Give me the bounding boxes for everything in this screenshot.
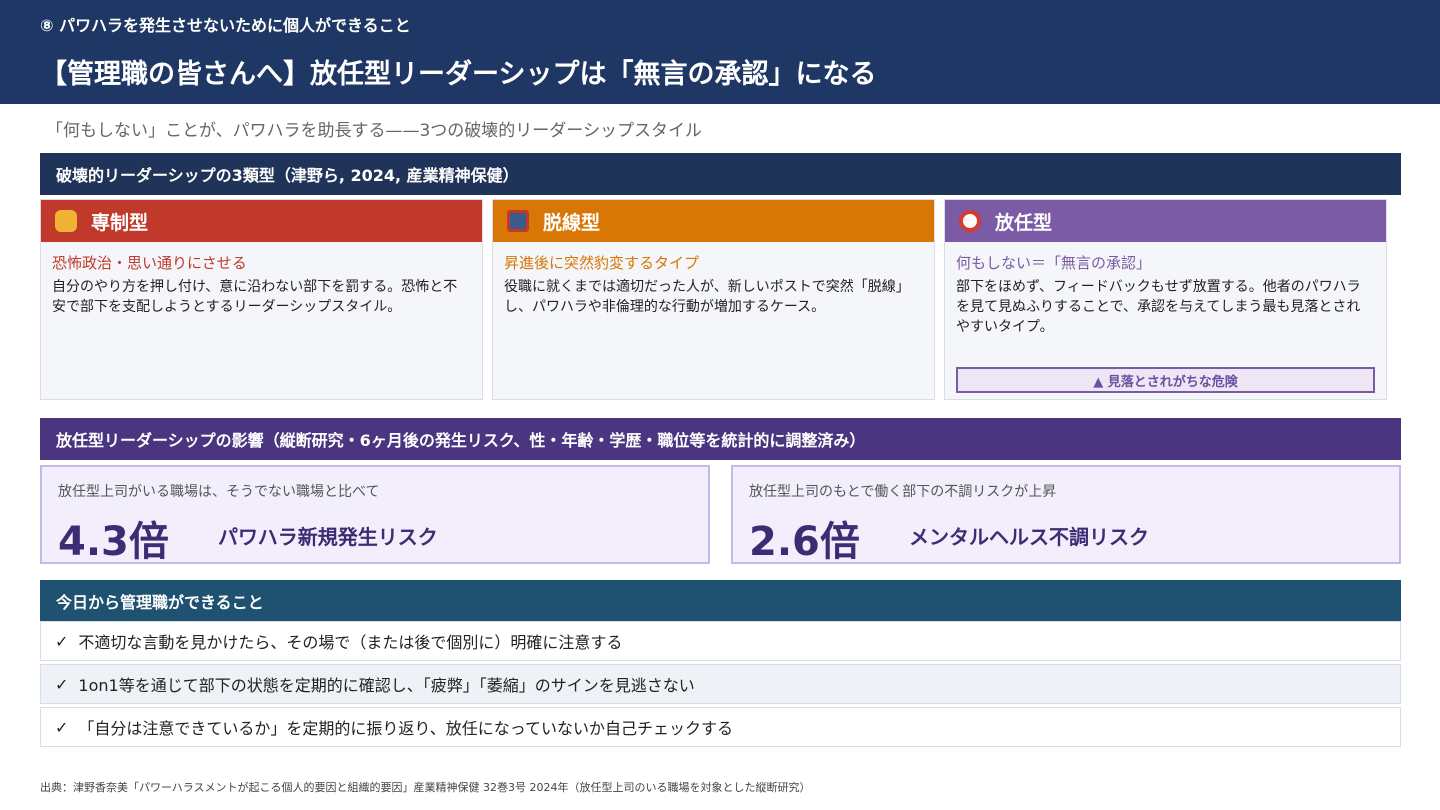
action-item: ✓ 「自分は注意できているか」を定期的に振り返り、放任になっていないか自己チェック… bbox=[40, 707, 1401, 747]
subtitle: 「何もしない」ことが、パワハラを助長する——3つの破壊的リーダーシップスタイル bbox=[46, 121, 702, 141]
card-title: 放任型 bbox=[995, 211, 1053, 234]
stat-value: 4.3倍 bbox=[58, 519, 169, 565]
action-item: ✓ 不適切な言動を見かけたら、その場で（または後で個別に）明確に注意する bbox=[40, 621, 1401, 661]
stat-lead: 放任型上司がいる職場は、そうでない職場と比べて bbox=[58, 484, 380, 500]
card-tagline: 恐怖政治・思い通りにさせる bbox=[52, 254, 247, 272]
check-icon: ✓ bbox=[55, 674, 69, 694]
card-tagline: 昇進後に突然豹変するタイプ bbox=[504, 254, 700, 272]
page-title: 【管理職の皆さんへ】放任型リーダーシップは「無言の承認」になる bbox=[40, 59, 877, 90]
card-description: 部下をほめず、フィードバックもせず放置する。他者のパワハラを見て見ぬふりすること… bbox=[956, 279, 1361, 335]
check-icon: ✓ bbox=[55, 631, 69, 651]
warning-badge: ▲ 見落とされがちな危険 bbox=[956, 367, 1375, 393]
section-kicker: ⑧ パワハラを発生させないために個人ができること bbox=[40, 16, 411, 35]
action-text: 「自分は注意できているか」を定期的に振り返り、放任になっていないか自己チェックす… bbox=[78, 719, 733, 738]
header-banner: ⑧ パワハラを発生させないために個人ができること 【管理職の皆さんへ】放任型リー… bbox=[0, 0, 1440, 104]
actions-heading: 今日から管理職ができること bbox=[40, 580, 1401, 621]
stat-harassment-risk: 放任型上司がいる職場は、そうでない職場と比べて 4.3倍 パワハラ新規発生リスク bbox=[40, 465, 710, 565]
card-description: 自分のやり方を押し付け、意に沿わない部下を罰する。恐怖と不安で部下を支配しようと… bbox=[52, 279, 458, 315]
check-icon: ✓ bbox=[55, 717, 69, 737]
card-title: 脱線型 bbox=[543, 211, 601, 234]
card-derailed: 脱線型 昇進後に突然豹変するタイプ 役職に就くまでは適切だった人が、新しいポスト… bbox=[492, 199, 935, 400]
action-text: 1on1等を通じて部下の状態を定期的に確認し、「疲弊」「萎縮」のサインを見逃さな… bbox=[78, 676, 695, 695]
fist-icon bbox=[55, 210, 77, 232]
stat-label: パワハラ新規発生リスク bbox=[218, 525, 438, 549]
stat-value: 2.6倍 bbox=[749, 519, 860, 565]
card-laissez-faire: 放任型 何もしない＝「無言の承認」 部下をほめず、フィードバックもせず放置する。… bbox=[944, 199, 1387, 400]
action-text: 不適切な言動を見かけたら、その場で（または後で個別に）明確に注意する bbox=[78, 633, 623, 652]
impact-heading: 放任型リーダーシップの影響（縦断研究・6ヶ月後の発生リスク、性・年齢・学歴・職位… bbox=[40, 418, 1401, 460]
train-icon bbox=[507, 210, 529, 232]
stat-label: メンタルヘルス不調リスク bbox=[909, 525, 1149, 549]
action-item: ✓ 1on1等を通じて部下の状態を定期的に確認し、「疲弊」「萎縮」のサインを見逃さ… bbox=[40, 664, 1401, 704]
card-autocratic: 専制型 恐怖政治・思い通りにさせる 自分のやり方を押し付け、意に沿わない部下を罰… bbox=[40, 199, 483, 400]
prohibited-icon bbox=[959, 210, 981, 232]
types-heading: 破壊的リーダーシップの3類型（津野ら, 2024, 産業精神保健） bbox=[40, 153, 1401, 195]
citation: 出典：津野香奈美「パワーハラスメントが起こる個人的要因と組織的要因」産業精神保健… bbox=[40, 781, 811, 794]
card-title: 専制型 bbox=[91, 211, 149, 234]
card-tagline: 何もしない＝「無言の承認」 bbox=[956, 254, 1152, 272]
stat-lead: 放任型上司のもとで働く部下の不調リスクが上昇 bbox=[749, 484, 1057, 500]
stat-mental-health-risk: 放任型上司のもとで働く部下の不調リスクが上昇 2.6倍 メンタルヘルス不調リスク bbox=[731, 465, 1401, 565]
card-description: 役職に就くまでは適切だった人が、新しいポストで突然「脱線」し、パワハラや非倫理的… bbox=[504, 279, 910, 315]
